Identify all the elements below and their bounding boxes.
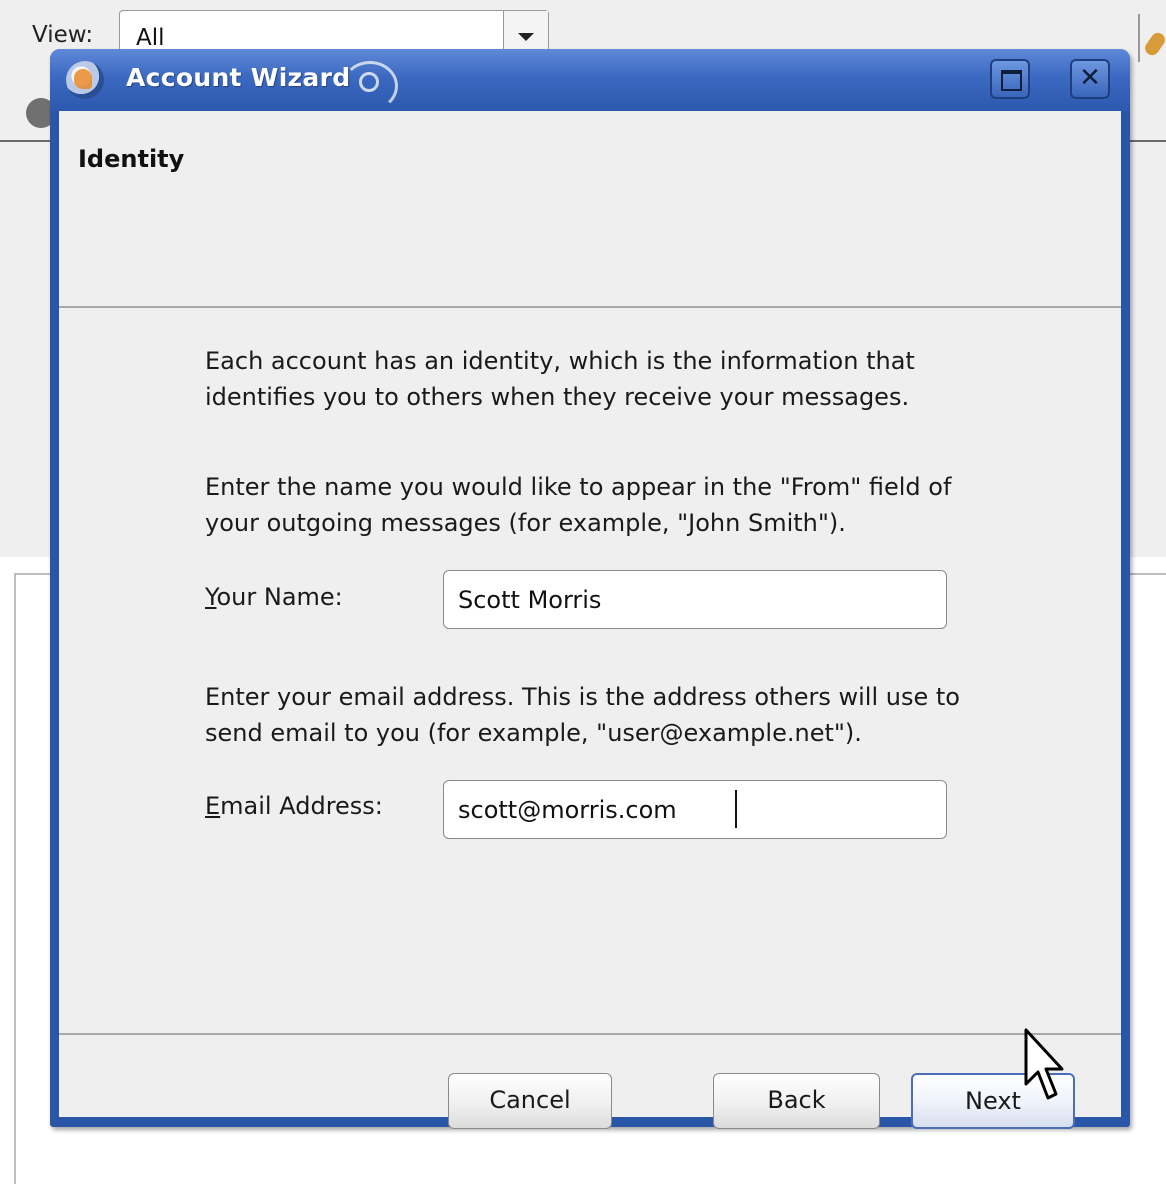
your-name-label-text: our Name: <box>216 583 343 611</box>
close-button[interactable]: ✕ <box>1070 59 1110 99</box>
dialog-body: Identity Each account has an identity, w… <box>59 111 1121 1129</box>
footer-divider <box>59 1033 1121 1035</box>
titlebar[interactable]: Account Wizard ✕ <box>50 49 1130 111</box>
chevron-down-icon[interactable] <box>503 11 548 51</box>
thunderbird-icon <box>66 61 104 99</box>
background-left-pane <box>14 573 52 1184</box>
cancel-button[interactable]: Cancel <box>448 1073 612 1129</box>
close-icon: ✕ <box>1079 63 1101 93</box>
text-caret <box>735 790 737 828</box>
search-icon[interactable] <box>1138 14 1166 62</box>
view-select[interactable]: All <box>119 10 549 52</box>
window-title: Account Wizard <box>126 63 351 92</box>
email-prompt-text: Enter your email address. This is the ad… <box>205 683 960 747</box>
email-address-label: Email Address: <box>205 792 383 820</box>
email-address-field[interactable] <box>443 780 947 839</box>
your-name-field[interactable] <box>443 570 947 629</box>
background-right-pane <box>1128 573 1166 1184</box>
header-divider <box>59 306 1121 308</box>
page-title: Identity <box>78 145 185 173</box>
email-address-label-text: mail Address: <box>220 792 383 820</box>
view-select-value: All <box>136 25 165 51</box>
name-prompt-text: Enter the name you would like to appear … <box>205 473 952 537</box>
view-label: View: <box>32 22 94 48</box>
titlebar-decoration-icon <box>342 61 398 111</box>
back-button[interactable]: Back <box>713 1073 880 1129</box>
email-address-mnemonic: E <box>205 792 221 820</box>
your-name-label: Your Name: <box>205 583 343 611</box>
mouse-cursor-icon <box>1024 1028 1064 1100</box>
your-name-mnemonic: Y <box>205 583 217 611</box>
account-wizard-dialog: Account Wizard ✕ Identity Each account h… <box>50 49 1130 1129</box>
intro-text: Each account has an identity, which is t… <box>205 347 915 411</box>
maximize-button[interactable] <box>990 59 1030 99</box>
